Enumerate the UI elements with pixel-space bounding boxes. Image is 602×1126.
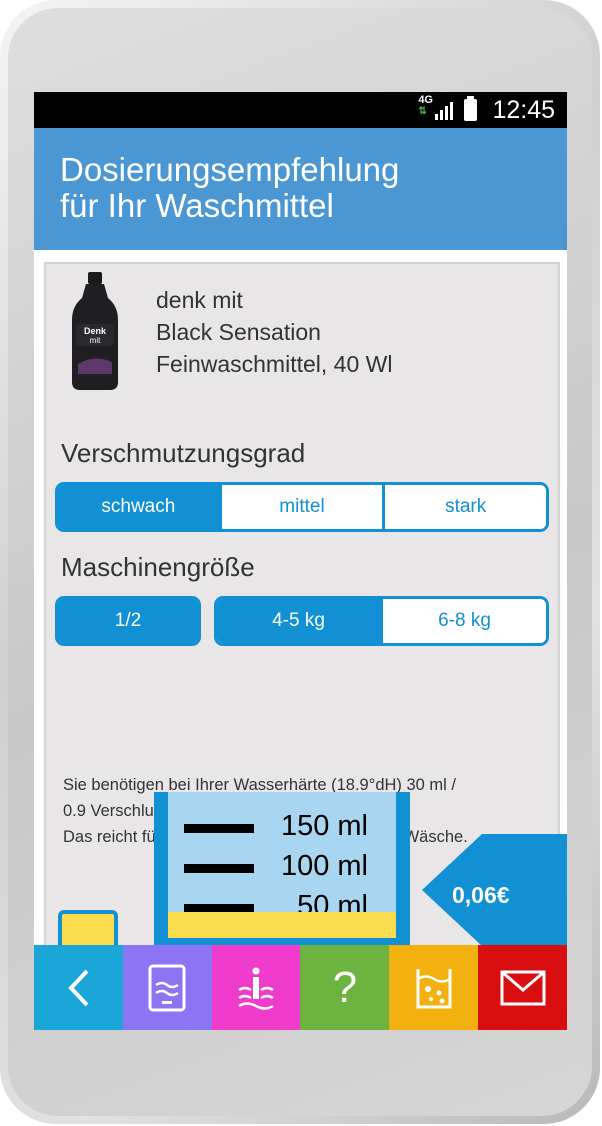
beaker-mark-label: 150 ml [280,810,368,842]
water-info-icon [238,967,274,1010]
help-button[interactable]: ? [300,945,390,1030]
product-info: denk mit Black Sensation Feinwaschmittel… [156,284,392,380]
machine-size-label: Maschinengröße [61,552,255,582]
water-info-button[interactable] [211,945,301,1030]
soiling-option-weak[interactable]: schwach [58,485,219,529]
page-title: Dosierungsempfehlung für Ihr Waschmittel [60,151,400,224]
beaker-mark-label: 100 ml [280,850,368,882]
detergent-icon [148,964,186,1011]
mail-icon [500,970,546,1005]
chevron-left-icon [68,969,89,1006]
bottom-nav: ? [34,945,567,1030]
back-button[interactable] [34,945,123,1030]
signal-icon [435,102,455,120]
product-type: Feinwaschmittel, 40 Wl [156,351,393,377]
soiling-selector: schwach mittel stark [55,482,549,532]
product-brand: denk mit [156,287,243,313]
mail-button[interactable] [478,945,567,1030]
soiling-option-strong[interactable]: stark [382,485,546,529]
measuring-beaker: 150 ml 100 ml 50 ml [154,792,410,945]
battery-icon [464,96,477,121]
price-per-wash: 0,06€ [452,882,510,908]
soiling-option-medium[interactable]: mittel [218,485,383,529]
beaker-mark [184,824,254,833]
title-bar: Dosierungsempfehlung für Ihr Waschmittel [34,128,567,250]
dosage-button[interactable] [389,945,479,1030]
product-bottle-image: Denk mit [72,272,118,390]
soiling-label: Verschmutzungsgrad [61,438,306,468]
question-icon: ? [332,962,358,1012]
beaker-interior: 150 ml 100 ml 50 ml [168,792,396,938]
beaker-mark [184,864,254,873]
half-load-button[interactable]: 1/2 [58,599,198,643]
machine-size-option-large[interactable]: 6-8 kg [380,599,546,643]
status-time: 12:45 [492,96,555,124]
bubbles-icon [416,968,452,1008]
machine-size-option-small[interactable]: 4-5 kg [217,599,380,643]
machine-size-selector: 4-5 kg 6-8 kg [214,596,549,646]
svg-text:mit: mit [90,336,101,345]
product-name: Black Sensation [156,319,321,345]
detergent-button[interactable] [122,945,212,1030]
half-load-toggle: 1/2 [55,596,201,646]
network-type: 4G [418,94,433,106]
screen: 4G ⇅ 12:45 Dosierungsempfehlung für Ihr … [34,92,567,1030]
network-indicator: 4G ⇅ [418,94,433,118]
data-arrows-icon: ⇅ [418,106,426,117]
svg-text:Denk: Denk [84,326,107,336]
beaker-fill-level [168,912,396,938]
status-bar: 4G ⇅ 12:45 [34,92,567,128]
